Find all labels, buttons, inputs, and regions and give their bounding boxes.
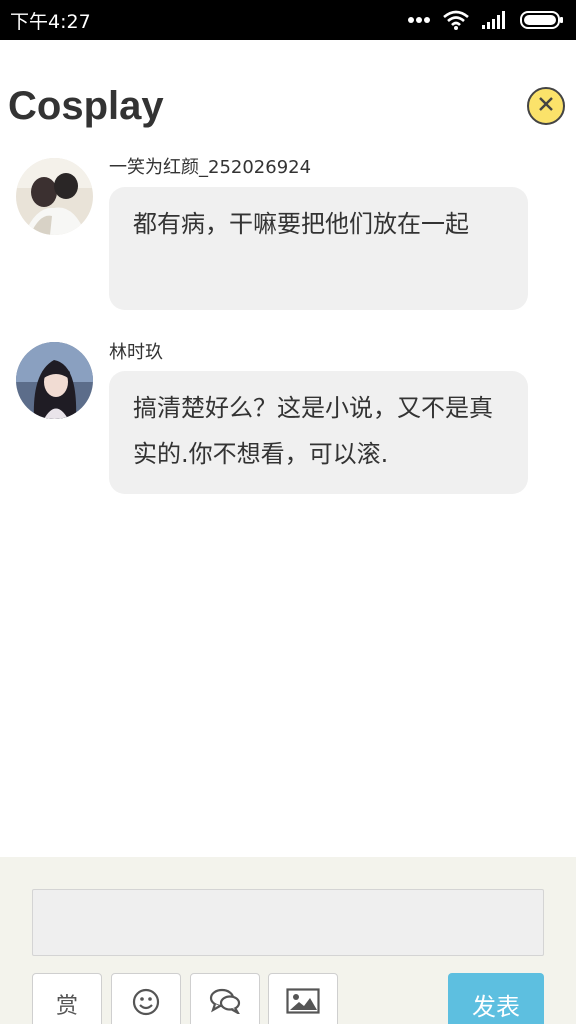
chat-icon: [209, 988, 242, 1020]
battery-icon: [520, 11, 564, 29]
close-icon: [537, 95, 555, 117]
message-bubble: 都有病，干嘛要把他们放在一起: [109, 187, 528, 310]
comment-composer: 赏 发表: [0, 857, 576, 1024]
comment-input[interactable]: [32, 889, 544, 956]
chat-button[interactable]: [190, 973, 260, 1024]
image-button[interactable]: [268, 973, 338, 1024]
status-time: 下午4:27: [10, 10, 91, 33]
status-icons: [408, 10, 564, 30]
status-bar: 下午4:27: [0, 0, 576, 40]
reward-button[interactable]: 赏: [32, 973, 102, 1024]
send-button[interactable]: 发表: [448, 973, 544, 1024]
wifi-icon: [442, 10, 470, 30]
message-author[interactable]: 林时玖: [109, 338, 163, 364]
emoji-button[interactable]: [111, 973, 181, 1024]
message-bubble: 搞清楚好么？这是小说，又不是真实的.你不想看，可以滚.: [109, 371, 528, 494]
image-icon: [286, 988, 320, 1020]
signal-icon: [482, 11, 508, 29]
avatar[interactable]: [16, 158, 93, 235]
more-dots-icon: [408, 16, 430, 24]
message-author[interactable]: 一笑为红颜_252026924: [109, 153, 311, 179]
page-title: Cosplay: [8, 84, 164, 128]
header: Cosplay: [0, 40, 576, 158]
reward-icon: 赏: [55, 994, 78, 1019]
close-button[interactable]: [527, 87, 565, 125]
avatar[interactable]: [16, 342, 93, 419]
emoji-icon: [132, 988, 160, 1022]
